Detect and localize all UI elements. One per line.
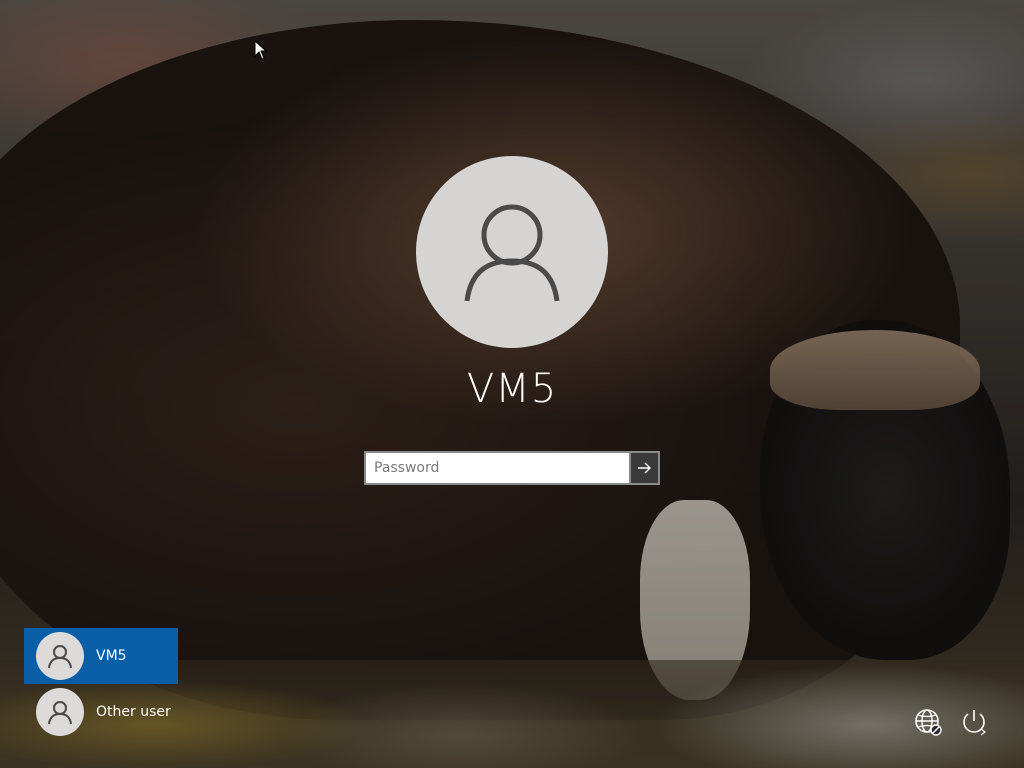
arrow-right-icon [638,462,652,474]
power-button[interactable] [958,706,990,738]
password-row [364,451,660,485]
user-tile-other-user[interactable]: Other user [24,684,178,740]
mouse-cursor-icon [254,40,268,60]
user-icon [48,701,72,725]
password-input[interactable] [364,451,629,485]
user-avatar-small [36,632,84,680]
network-button[interactable] [912,706,944,738]
user-icon [464,204,560,302]
user-icon [48,645,72,669]
login-screen: VM5 VM5 Other user [0,0,1024,768]
user-list: VM5 Other user [24,628,184,740]
user-tile-label: VM5 [96,648,127,664]
user-tile-vm5[interactable]: VM5 [24,628,178,684]
submit-button[interactable] [628,451,660,485]
user-avatar-large [416,156,608,348]
network-globe-icon [915,709,942,736]
power-icon [963,710,986,736]
selected-user-name: VM5 [466,366,558,412]
user-avatar-small [36,688,84,736]
user-tile-label: Other user [96,704,171,720]
